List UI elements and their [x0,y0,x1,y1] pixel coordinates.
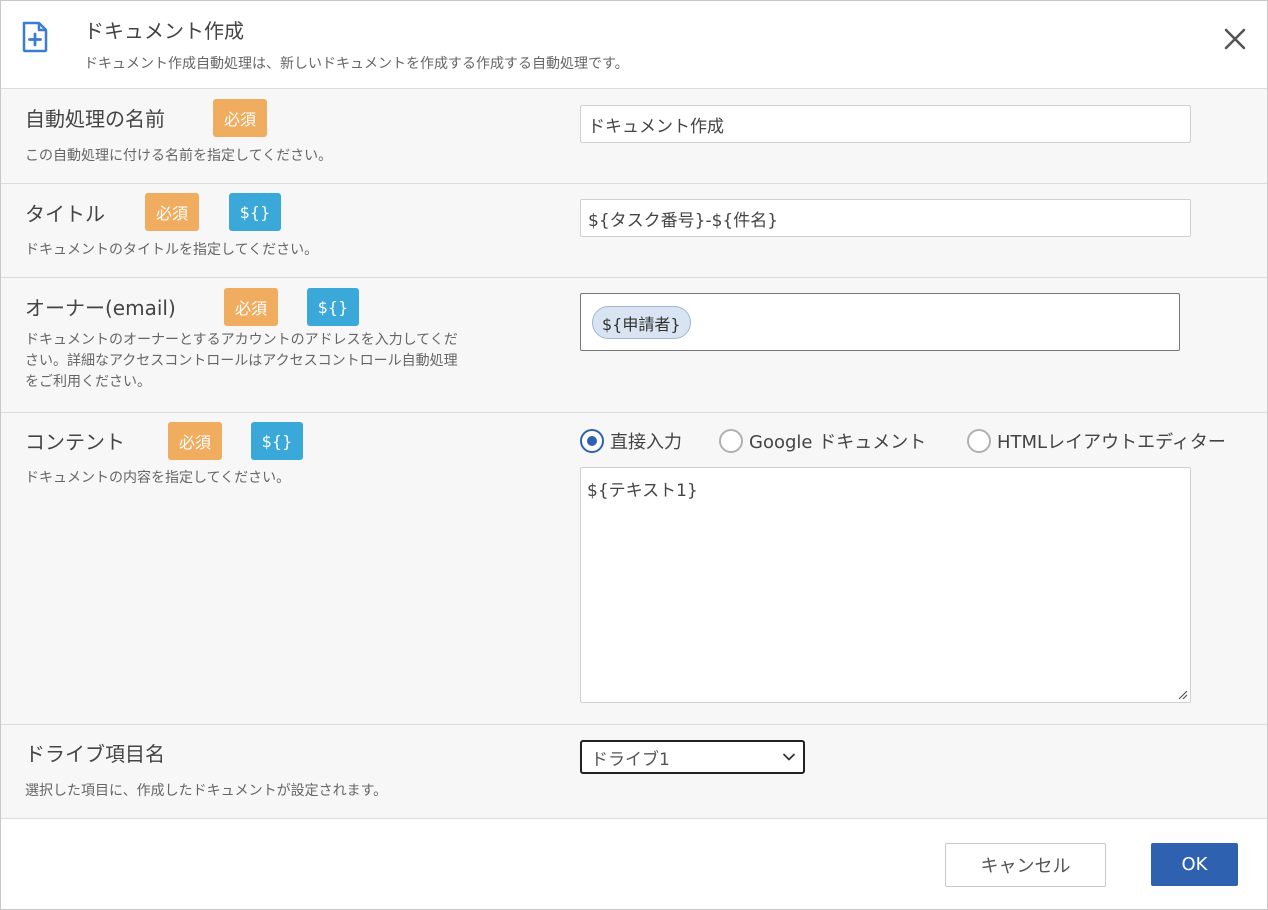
description-line: さい。詳細なアクセスコントロールはアクセスコントロール自動処理 [25,353,458,369]
required-badge: 必須 [145,193,199,231]
field-description: ドキュメントのオーナーとするアカウントのアドレスを入力してくだ さい。詳細なアク… [25,330,555,393]
field-row-name: 自動処理の名前 必須 この自動処理に付ける名前を指定してください。 ドキュメント… [1,89,1267,184]
radio-checked-icon [580,429,604,453]
chevron-down-icon [783,753,795,761]
dialog-header: ドキュメント作成 ドキュメント作成自動処理は、新しいドキュメントを作成する作成す… [1,1,1267,89]
field-row-title: タイトル 必須 ${} ドキュメントのタイトルを指定してください。 ${タスク番… [1,184,1267,278]
content-textarea[interactable]: ${テキスト1} [580,467,1191,703]
field-description: ドキュメントの内容を指定してください。 [25,470,291,486]
field-label: ドライブ項目名 [25,742,165,766]
owner-input[interactable]: ${申請者} [580,293,1180,351]
field-label: 自動処理の名前 [25,107,165,131]
drive-select[interactable]: ドライブ1 [580,740,805,774]
field-row-drive: ドライブ項目名 選択した項目に、作成したドキュメントが設定されます。 ドライブ1 [1,725,1267,819]
radio-label: Google ドキュメント [749,432,927,453]
field-description: この自動処理に付ける名前を指定してください。 [25,148,333,164]
select-value: ドライブ1 [591,749,670,770]
radio-google-document[interactable]: Google ドキュメント [719,427,926,455]
radio-direct-input[interactable]: 直接入力 [580,427,682,455]
name-input[interactable]: ドキュメント作成 [580,105,1191,143]
title-input[interactable]: ${タスク番号}-${件名} [580,199,1191,237]
required-badge: 必須 [224,288,278,326]
variable-badge[interactable]: ${} [229,193,281,231]
required-badge: 必須 [213,99,267,137]
content-text: ${テキスト1} [587,481,698,501]
description-line: をご利用ください。 [25,374,151,390]
field-row-owner: オーナー(email) 必須 ${} ドキュメントのオーナーとするアカウントのア… [1,278,1267,413]
create-document-dialog: ドキュメント作成 ドキュメント作成自動処理は、新しいドキュメントを作成する作成す… [0,0,1268,910]
resize-grip-icon[interactable] [1178,690,1188,700]
required-badge: 必須 [168,422,222,460]
description-line: ドキュメントのオーナーとするアカウントのアドレスを入力してくだ [25,332,458,348]
variable-badge[interactable]: ${} [307,288,359,326]
close-icon[interactable] [1219,23,1251,55]
field-label: オーナー(email) [25,296,176,320]
document-plus-icon [22,21,48,53]
radio-unchecked-icon [719,429,743,453]
radio-label: 直接入力 [610,432,682,453]
dialog-description: ドキュメント作成自動処理は、新しいドキュメントを作成する作成する自動処理です。 [84,56,629,72]
variable-badge[interactable]: ${} [251,422,303,460]
ok-button[interactable]: OK [1151,843,1238,886]
field-description: 選択した項目に、作成したドキュメントが設定されます。 [25,783,388,799]
field-description: ドキュメントのタイトルを指定してください。 [25,242,319,258]
owner-chip[interactable]: ${申請者} [592,306,691,339]
dialog-footer: キャンセル OK [1,819,1267,909]
field-label: コンテント [25,430,125,454]
radio-label: HTMLレイアウトエディター [997,432,1226,453]
field-label: タイトル [25,202,105,226]
dialog-title: ドキュメント作成 [84,19,244,43]
radio-html-layout-editor[interactable]: HTMLレイアウトエディター [967,427,1226,455]
radio-unchecked-icon [967,429,991,453]
field-row-content: コンテント 必須 ${} ドキュメントの内容を指定してください。 直接入力 Go… [1,413,1267,725]
cancel-button[interactable]: キャンセル [945,843,1106,887]
